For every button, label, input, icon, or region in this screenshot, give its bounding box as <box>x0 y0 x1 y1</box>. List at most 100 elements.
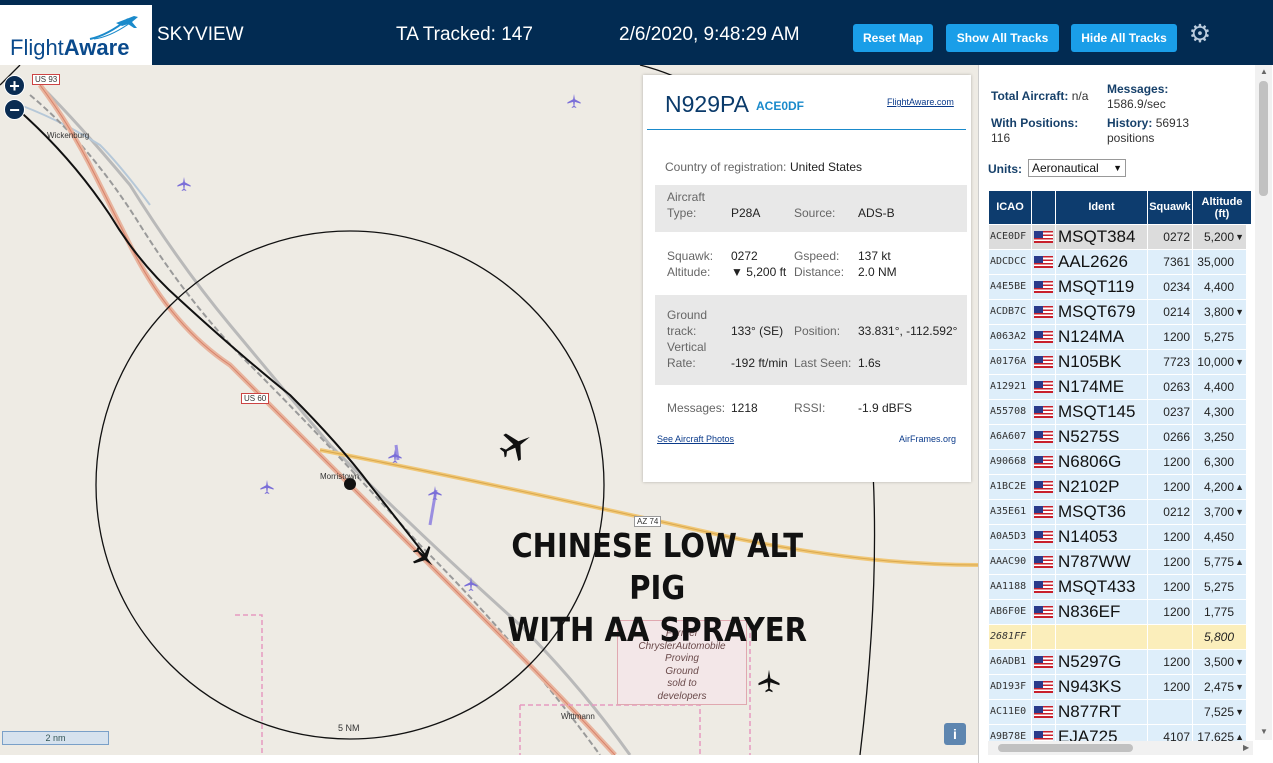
table-row[interactable]: A1BC2E N2102P 1200 4,200 ▲ <box>989 475 1246 500</box>
altitude-cell: 3,800 ▼ <box>1193 300 1246 324</box>
ident-cell: N5275S <box>1056 425 1147 449</box>
flightaware-link[interactable]: FlightAware.com <box>887 97 954 107</box>
table-row[interactable]: A063A2 N124MA 1200 5,275 <box>989 325 1246 350</box>
table-row[interactable]: A55708 MSQT145 0237 4,300 <box>989 400 1246 425</box>
table-row[interactable]: AAAC90 N787WW 1200 5,775 ▲ <box>989 550 1246 575</box>
show-all-tracks-button[interactable]: Show All Tracks <box>946 24 1059 52</box>
flag-cell <box>1032 250 1055 274</box>
aircraft-table: ACE0DF MSQT384 0272 5,200 ▼ ADCDCC AAL2626 7361… <box>989 225 1246 750</box>
altitude-cell: 5,775 ▲ <box>1193 550 1246 574</box>
rssi-label: RSSI: <box>794 401 826 415</box>
aircraft-photos-link[interactable]: See Aircraft Photos <box>657 434 734 444</box>
messages-value: 1218 <box>731 401 758 415</box>
scroll-down-icon[interactable]: ▼ <box>1260 727 1268 736</box>
table-row[interactable]: ADCDCC AAL2626 7361 35,000 <box>989 250 1246 275</box>
table-row[interactable]: ACE0DF MSQT384 0272 5,200 ▼ <box>989 225 1246 250</box>
ident-cell: N2102P <box>1056 475 1147 499</box>
info-button[interactable]: i <box>944 723 966 745</box>
table-row[interactable]: A6ADB1 N5297G 1200 3,500 ▼ <box>989 650 1246 675</box>
aircraft-icon[interactable] <box>259 479 275 495</box>
us-flag-icon <box>1034 506 1053 518</box>
icao-cell: A0A5D3 <box>989 525 1031 549</box>
table-row[interactable]: A0A5D3 N14053 1200 4,450 <box>989 525 1246 550</box>
column-header-flag[interactable] <box>1032 191 1055 224</box>
flightaware-logo[interactable]: FlightAware <box>0 5 152 65</box>
flag-cell <box>1032 525 1055 549</box>
units-select[interactable]: Aeronautical ▼ <box>1028 159 1126 177</box>
squawk-cell: 1200 <box>1148 525 1192 549</box>
column-header-icao[interactable]: ICAO <box>989 191 1031 224</box>
aircraft-type-row: Aircraft Type: P28A Source: ADS-B <box>655 185 967 232</box>
squawk-cell: 1200 <box>1148 575 1192 599</box>
aircraft-icon[interactable] <box>176 176 192 192</box>
aircraft-icon[interactable] <box>566 93 582 109</box>
vertical-rate-value: -192 ft/min <box>731 356 788 370</box>
caption-line: CHINESE LOW ALT PIG <box>511 526 804 607</box>
divider <box>647 129 966 130</box>
airframes-link[interactable]: AirFrames.org <box>899 434 956 444</box>
squawk-row: Squawk: 0272 Gspeed: 137 kt Altitude: ▼ … <box>655 249 967 283</box>
column-header-squawk[interactable]: Squawk <box>1148 191 1192 224</box>
aircraft-icon[interactable] <box>756 668 782 694</box>
us-flag-icon <box>1034 581 1053 593</box>
table-row[interactable]: AA1188 MSQT433 1200 5,275 <box>989 575 1246 600</box>
popup-hex-link[interactable]: ACE0DF <box>756 99 804 113</box>
squawk-cell: 0263 <box>1148 375 1192 399</box>
reset-map-button[interactable]: Reset Map <box>853 24 933 52</box>
column-header-ident[interactable]: Ident <box>1056 191 1147 224</box>
flag-cell <box>1032 450 1055 474</box>
horizontal-scrollbar[interactable]: ▶ <box>988 741 1253 755</box>
icao-cell: AD193F <box>989 675 1031 699</box>
table-row[interactable]: A0176A N105BK 7723 10,000 ▼ <box>989 350 1246 375</box>
vertical-scrollbar[interactable]: ▲ ▼ <box>1255 65 1272 740</box>
place-label: US 60 <box>241 393 270 404</box>
table-row[interactable]: AB6F0E N836EF 1200 1,775 <box>989 600 1246 625</box>
table-row[interactable]: ACDB7C MSQT679 0214 3,800 ▼ <box>989 300 1246 325</box>
aircraft-icon[interactable] <box>427 485 443 501</box>
position-value: 33.831°, -112.592° <box>858 324 958 338</box>
ident-cell: MSQT119 <box>1056 275 1147 299</box>
flag-cell <box>1032 650 1055 674</box>
flag-cell <box>1032 325 1055 349</box>
aircraft-icon[interactable] <box>495 425 537 465</box>
scrollbar-thumb[interactable] <box>998 744 1133 752</box>
scroll-up-icon[interactable]: ▲ <box>1260 67 1268 76</box>
zoom-in-button[interactable]: + <box>4 75 25 96</box>
icao-cell: 2681FF <box>989 625 1031 649</box>
altitude-trend-icon: ▼ <box>1235 357 1244 367</box>
logo-text: FlightAware <box>10 35 130 60</box>
altitude-cell: 4,450 <box>1193 525 1246 549</box>
flag-cell <box>1032 350 1055 374</box>
table-row[interactable]: 2681FF 5,800 <box>989 625 1246 650</box>
total-aircraft-value: n/a <box>1071 89 1089 103</box>
altitude-value: 7,525 <box>1203 705 1234 719</box>
squawk-cell: 0212 <box>1148 500 1192 524</box>
table-row[interactable]: AD193F N943KS 1200 2,475 ▼ <box>989 675 1246 700</box>
rssi-value: -1.9 dBFS <box>858 401 913 415</box>
units-label: Units: <box>988 162 1022 176</box>
hide-all-tracks-button[interactable]: Hide All Tracks <box>1071 24 1177 52</box>
table-row[interactable]: AC11E0 N877RT 7,525 ▼ <box>989 700 1246 725</box>
scroll-right-icon[interactable]: ▶ <box>1243 743 1249 752</box>
ident-cell: N124MA <box>1056 325 1147 349</box>
aircraft-info-popup: N929PA ACE0DF FlightAware.com Country of… <box>643 75 971 482</box>
zoom-out-button[interactable]: − <box>4 99 25 120</box>
squawk-cell: 1200 <box>1148 475 1192 499</box>
table-row[interactable]: A35E61 MSQT36 0212 3,700 ▼ <box>989 500 1246 525</box>
aircraft-icon[interactable] <box>463 576 479 592</box>
altitude-cell: 5,275 <box>1193 325 1246 349</box>
column-header-altitude[interactable]: Altitude (ft) <box>1193 191 1251 224</box>
flag-cell <box>1032 225 1055 249</box>
scrollbar-thumb[interactable] <box>1259 81 1268 196</box>
table-row[interactable]: A90668 N6806G 1200 6,300 <box>989 450 1246 475</box>
table-row[interactable]: A6A607 N5275S 0266 3,250 <box>989 425 1246 450</box>
squawk-cell: 7723 <box>1148 350 1192 374</box>
selected-aircraft-icon[interactable] <box>410 543 438 571</box>
table-row[interactable]: A12921 N174ME 0263 4,400 <box>989 375 1246 400</box>
aircraft-icon[interactable] <box>387 448 403 464</box>
flag-cell <box>1032 500 1055 524</box>
table-row[interactable]: A4E5BE MSQT119 0234 4,400 <box>989 275 1246 300</box>
gear-icon[interactable]: ⚙ <box>1187 21 1213 47</box>
ground-track-row: Ground track: 133° (SE) Position: 33.831… <box>655 295 967 385</box>
ident-cell: N877RT <box>1056 700 1147 724</box>
